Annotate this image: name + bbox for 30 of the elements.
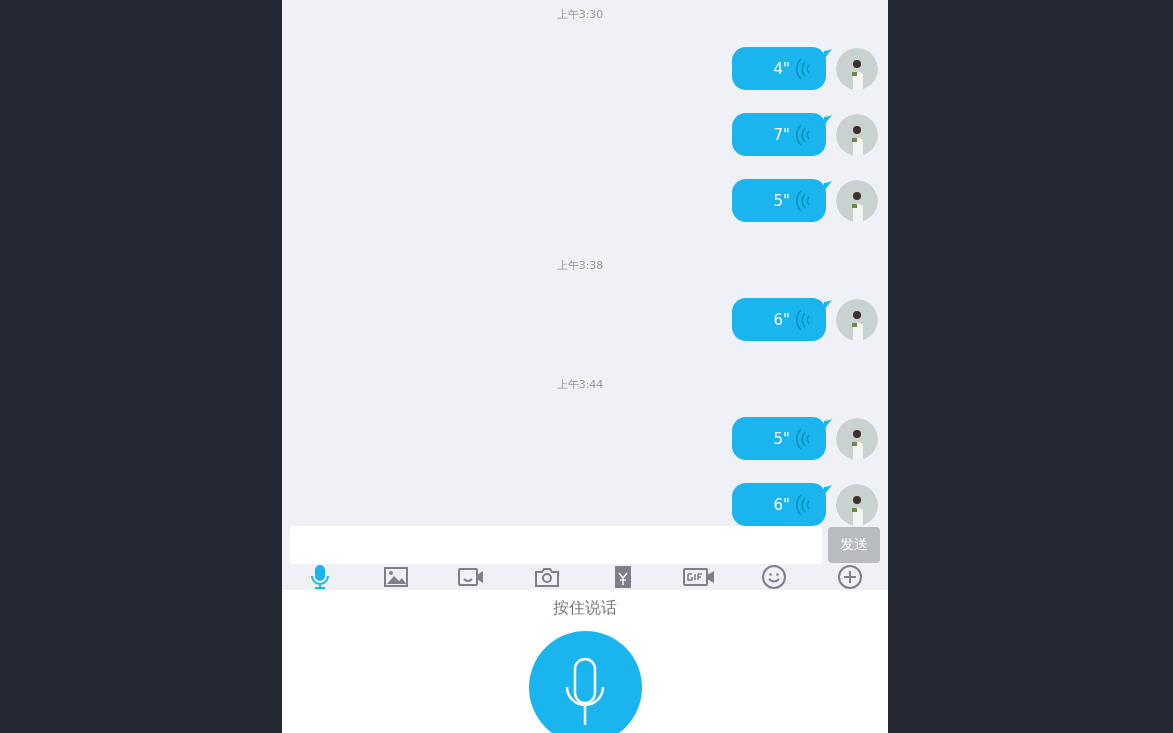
voice-message-bubble[interactable]: 6" [732, 483, 826, 526]
image-icon [382, 564, 409, 590]
avatar [836, 298, 878, 341]
toolbar-button[interactable] [382, 564, 409, 590]
avatar [836, 47, 878, 90]
timestamp: 上午3:30 [556, 6, 604, 22]
message-input[interactable] [290, 526, 822, 564]
bubble-tail [824, 419, 832, 429]
avatar [836, 483, 878, 526]
bubble-tail [824, 485, 832, 495]
voice-message-bubble[interactable]: 5" [732, 417, 826, 460]
voice-message-bubble[interactable]: 6" [732, 298, 826, 341]
plus-icon [837, 564, 864, 590]
voice-message-bubble[interactable]: 7" [732, 113, 826, 156]
timestamp: 上午3:38 [556, 257, 604, 273]
toolbar-button[interactable] [761, 564, 788, 590]
avatar [836, 179, 878, 222]
avatar [836, 113, 878, 156]
avatar [836, 417, 878, 460]
bubble-tail [824, 181, 832, 191]
toolbar-button[interactable] [837, 564, 864, 590]
hold-to-talk-label: 按住说话 [553, 598, 617, 619]
bubble-tail [824, 115, 832, 125]
voice-message-bubble[interactable]: 5" [732, 179, 826, 222]
microphone-icon [565, 657, 605, 727]
bubble-tail [824, 300, 832, 310]
voice-message-bubble[interactable]: 4" [732, 47, 826, 90]
emoji-icon [761, 564, 788, 590]
timestamp: 上午3:44 [556, 376, 604, 392]
bubble-tail [824, 49, 832, 59]
